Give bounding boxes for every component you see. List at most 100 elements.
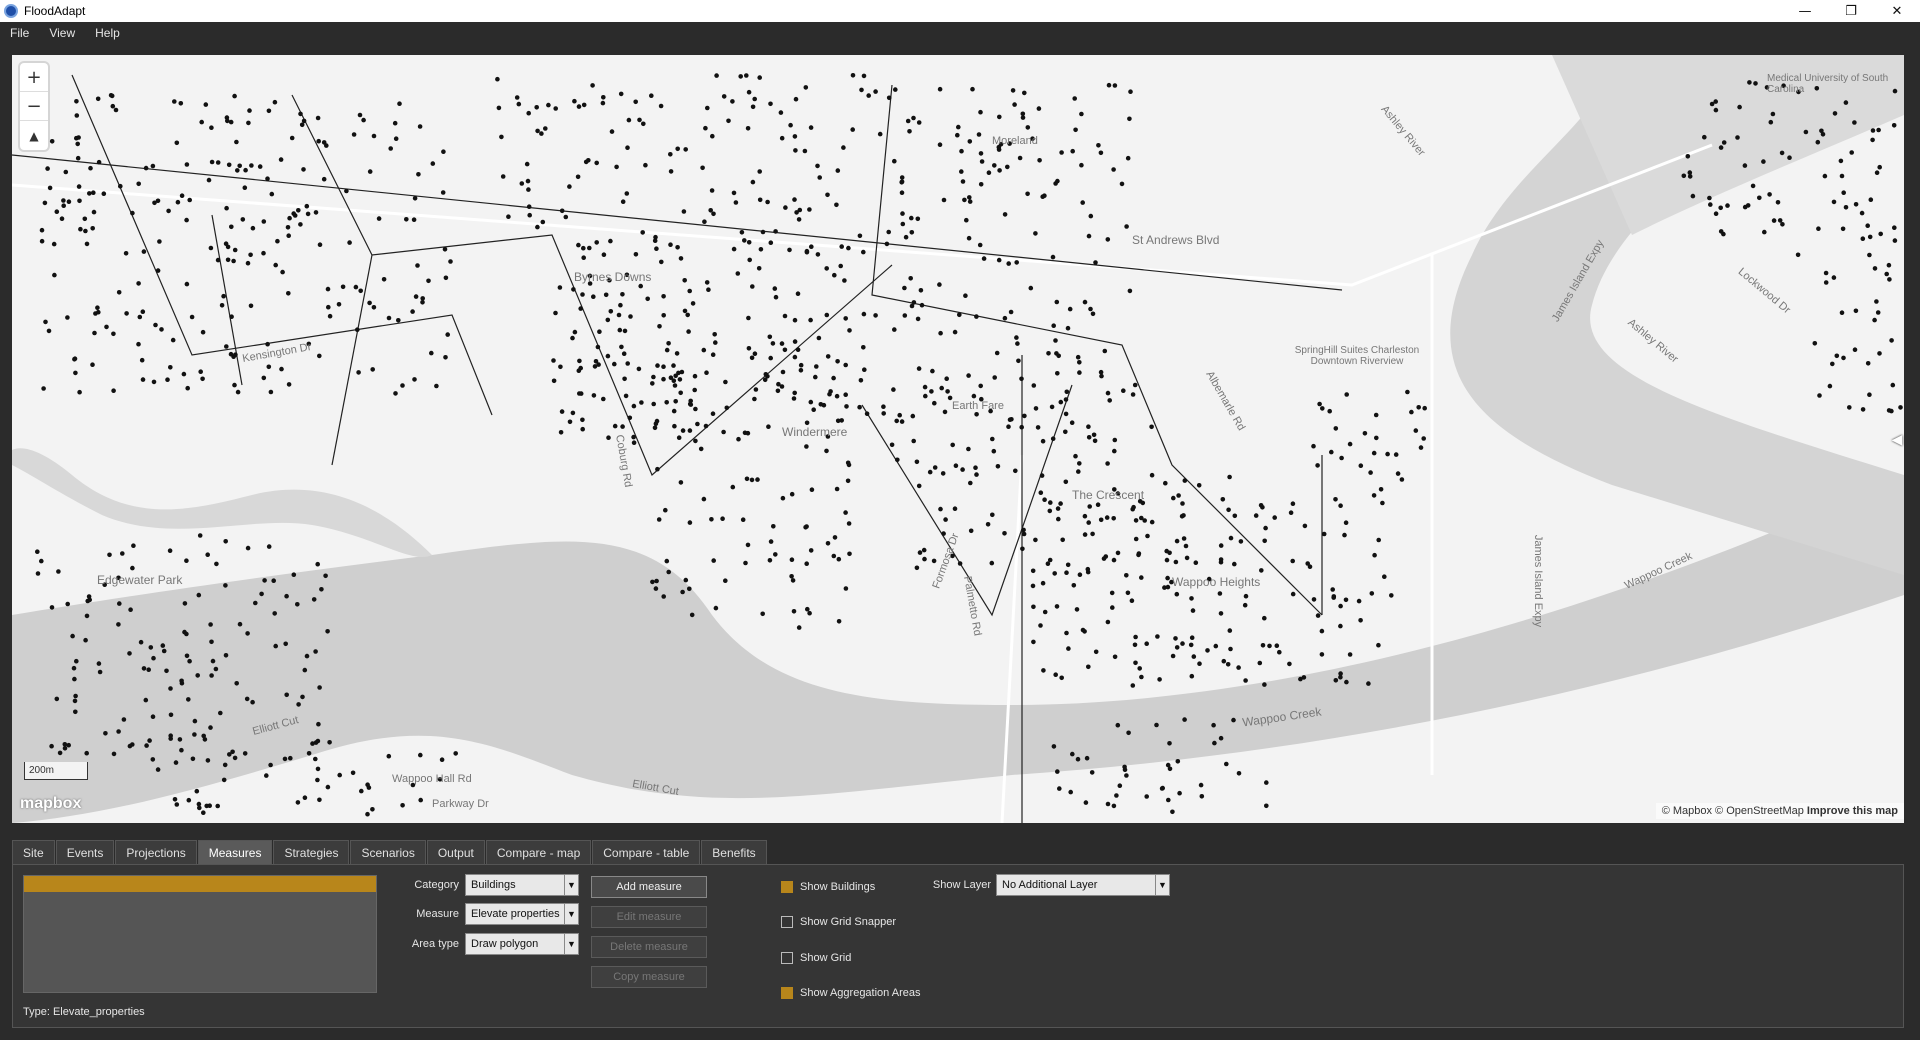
zoom-in-button[interactable]: + — [20, 63, 48, 92]
tab-scenarios[interactable]: Scenarios — [350, 840, 426, 864]
building-dot — [626, 117, 632, 123]
building-dot — [164, 668, 169, 674]
tab-compare-table[interactable]: Compare - table — [592, 840, 701, 864]
building-dot — [711, 558, 716, 563]
tab-events[interactable]: Events — [55, 840, 115, 864]
building-dot — [1167, 766, 1173, 772]
menu-file[interactable]: File — [0, 26, 39, 40]
building-dot — [229, 314, 234, 320]
building-dot — [594, 160, 599, 166]
building-dot — [1371, 450, 1377, 456]
building-dot — [215, 803, 220, 809]
building-dot — [750, 104, 756, 110]
checkbox-checked-icon[interactable] — [781, 987, 793, 999]
building-dot — [39, 558, 44, 564]
chevron-down-icon[interactable]: ▼ — [564, 904, 578, 924]
show-buildings-checkbox[interactable]: Show Buildings — [781, 881, 875, 893]
building-dot — [1198, 782, 1204, 788]
building-dot — [1376, 537, 1381, 543]
chevron-down-icon[interactable]: ▼ — [564, 934, 578, 954]
show-layer-select[interactable]: No Additional Layer ▼ — [996, 874, 1170, 896]
building-dot — [49, 139, 55, 144]
building-dot — [103, 731, 108, 736]
building-dot — [788, 122, 793, 128]
collapse-arrow-icon[interactable]: ◀ — [1890, 428, 1904, 450]
building-dot — [687, 520, 693, 525]
building-dot — [173, 760, 179, 765]
edit-measure-button[interactable]: Edit measure — [591, 906, 707, 928]
building-dot — [111, 331, 116, 337]
show-grid-snapper-checkbox[interactable]: Show Grid Snapper — [781, 916, 896, 928]
mapbox-logo[interactable]: mapbox — [20, 795, 81, 813]
tab-output[interactable]: Output — [426, 840, 485, 864]
show-grid-checkbox[interactable]: Show Grid — [781, 952, 851, 964]
tab-compare-map[interactable]: Compare - map — [485, 840, 592, 864]
building-dot — [843, 510, 848, 515]
building-dot — [82, 216, 88, 222]
building-dot — [766, 424, 771, 430]
building-dot — [39, 238, 45, 244]
map-label: St Andrews Blvd — [1132, 233, 1220, 247]
building-dot — [649, 93, 654, 98]
checkbox-checked-icon[interactable] — [781, 881, 793, 893]
building-dot — [831, 375, 836, 381]
tab-measures[interactable]: Measures — [197, 840, 273, 864]
menu-help[interactable]: Help — [85, 26, 130, 40]
measure-list-item-selected[interactable] — [24, 876, 376, 892]
building-dot — [1819, 128, 1824, 134]
area-type-select[interactable]: Draw polygon ▼ — [465, 933, 579, 955]
measures-list[interactable] — [23, 875, 377, 993]
building-dot — [92, 330, 97, 336]
building-dot — [989, 560, 995, 566]
copy-measure-button[interactable]: Copy measure — [591, 966, 707, 988]
chevron-down-icon[interactable]: ▼ — [564, 875, 578, 895]
building-dot — [1037, 158, 1042, 163]
building-dot — [392, 120, 398, 126]
building-dot — [1889, 408, 1894, 414]
zoom-out-button[interactable]: − — [20, 92, 48, 121]
building-dot — [1042, 609, 1048, 615]
building-dot — [1228, 646, 1233, 652]
map-view[interactable]: St Andrews Blvd Byrnes Downs Moreland Ea… — [12, 55, 1904, 823]
building-dot — [97, 669, 103, 675]
building-dot — [213, 666, 219, 672]
building-dot — [208, 725, 213, 730]
tab-site[interactable]: Site — [12, 840, 55, 864]
improve-map-link[interactable]: Improve this map — [1807, 805, 1898, 817]
building-dot — [1046, 351, 1051, 356]
building-dot — [835, 359, 840, 364]
delete-measure-button[interactable]: Delete measure — [591, 936, 707, 958]
tab-strategies[interactable]: Strategies — [273, 840, 350, 864]
tab-projections[interactable]: Projections — [115, 840, 197, 864]
add-measure-button[interactable]: Add measure — [591, 876, 707, 898]
compass-icon[interactable]: ▲ — [20, 121, 48, 150]
building-dot — [651, 401, 656, 407]
building-dot — [1086, 520, 1091, 525]
building-dot — [54, 209, 60, 214]
building-dot — [653, 586, 659, 591]
building-dot — [570, 335, 575, 341]
checkbox-unchecked-icon[interactable] — [781, 952, 793, 964]
measure-select[interactable]: Elevate properties ▼ — [465, 903, 579, 925]
building-dot — [957, 312, 962, 318]
building-dot — [578, 365, 583, 371]
building-dot — [1258, 503, 1264, 508]
building-dot — [655, 466, 660, 472]
attribution-text[interactable]: © Mapbox © OpenStreetMap — [1662, 805, 1804, 817]
checkbox-unchecked-icon[interactable] — [781, 916, 793, 928]
maximize-icon[interactable]: ❐ — [1828, 0, 1874, 22]
show-aggregation-areas-checkbox[interactable]: Show Aggregation Areas — [781, 987, 920, 999]
minimize-icon[interactable]: — — [1782, 0, 1828, 22]
menu-view[interactable]: View — [39, 26, 85, 40]
building-dot — [187, 658, 192, 664]
building-dot — [1132, 382, 1138, 388]
category-select[interactable]: Buildings ▼ — [465, 874, 579, 896]
chevron-down-icon[interactable]: ▼ — [1155, 875, 1169, 895]
building-dot — [964, 217, 969, 223]
map-canvas[interactable] — [12, 55, 1904, 823]
close-icon[interactable]: ✕ — [1874, 0, 1920, 22]
building-dot — [174, 140, 180, 146]
tab-benefits[interactable]: Benefits — [701, 840, 767, 864]
building-dot — [1167, 741, 1172, 746]
building-dot — [1780, 222, 1785, 227]
